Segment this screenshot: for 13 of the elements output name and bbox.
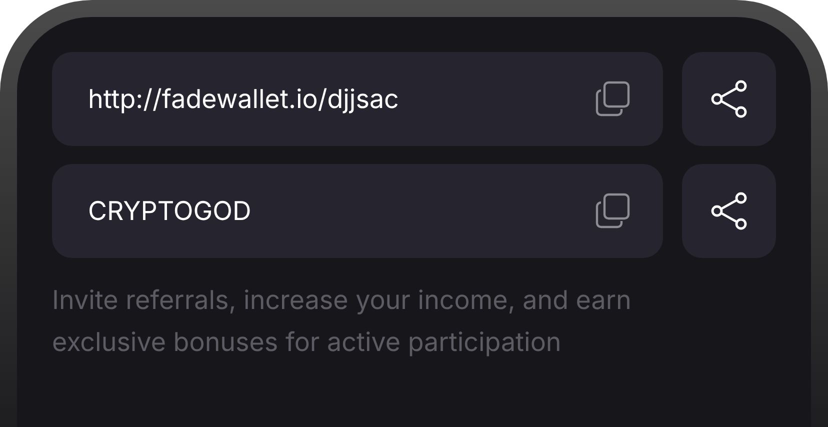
copy-button[interactable]	[595, 81, 631, 117]
field-value: CRYPTOGOD	[88, 194, 252, 228]
link-field[interactable]: http://fadewallet.io/djjsac	[52, 52, 663, 146]
link-field[interactable]: CRYPTOGOD	[52, 164, 663, 258]
share-icon	[710, 80, 748, 118]
description-text: Invite referrals, increase your income, and earn exclusive bonuses for active participation	[52, 284, 632, 360]
copy-button[interactable]	[595, 193, 631, 229]
share-button[interactable]	[682, 164, 776, 258]
share-icon	[710, 192, 748, 230]
field-value: http://fadewallet.io/djjsac	[88, 82, 399, 116]
copy-icon	[595, 81, 631, 117]
share-button[interactable]	[682, 52, 776, 146]
copy-icon	[595, 193, 631, 229]
